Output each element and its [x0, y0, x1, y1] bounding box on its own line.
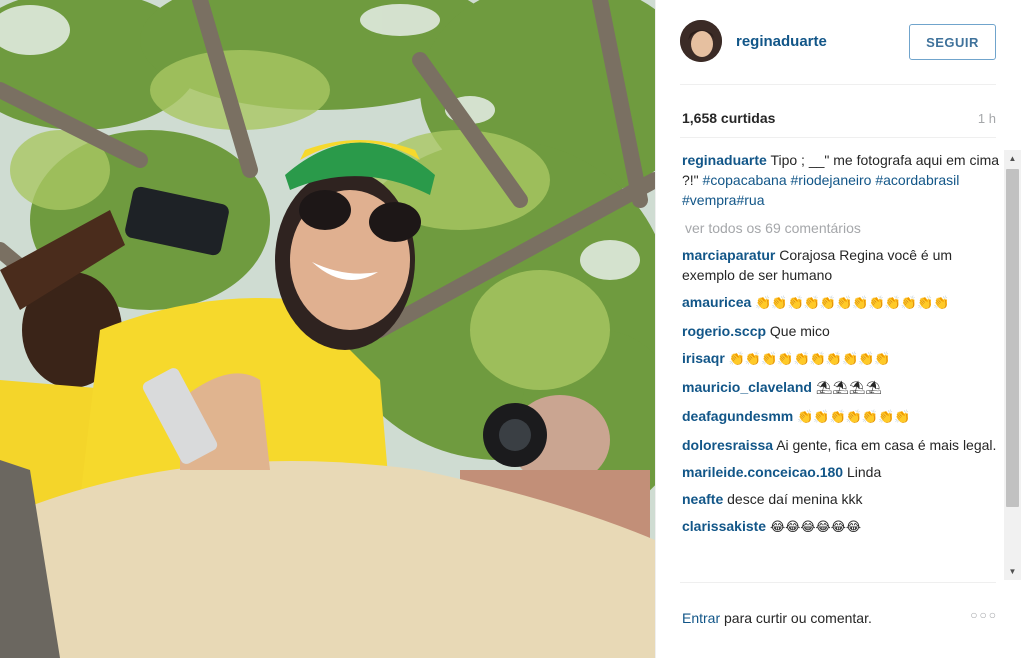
comment-text: 👏👏👏👏👏👏👏👏👏👏 — [728, 352, 891, 367]
comment-username[interactable]: irisaqr — [682, 350, 725, 366]
scroll-up-arrow-icon[interactable]: ▲ — [1004, 150, 1021, 167]
comment-text: Linda — [846, 464, 882, 480]
scrollbar-thumb[interactable] — [1006, 169, 1019, 507]
likes-row: 1,658 curtidas 1 h — [680, 108, 996, 128]
comments-list[interactable]: reginaduarte Tipo ; __" me fotografa aqu… — [682, 148, 1002, 578]
post-timestamp[interactable]: 1 h — [978, 111, 996, 126]
comment-item: mauricio_claveland ⛱⛱⛱⛱ — [682, 377, 1002, 399]
comment-text: 👏👏👏👏👏👏👏👏👏👏👏👏 — [755, 296, 950, 311]
comment-item: marileide.conceicao.180 Linda — [682, 462, 1002, 482]
hashtag-vempra[interactable]: #vempra — [682, 192, 736, 208]
comment-item: rogerio.sccp Que mico — [682, 321, 1002, 341]
comment-text: ⛱⛱⛱⛱ — [815, 381, 882, 396]
comment-text: desce daí menina kkk — [727, 491, 863, 507]
comment-username[interactable]: neafte — [682, 491, 723, 507]
comment-text: Ai gente, fica em casa é mais legal. — [776, 437, 997, 453]
comment-username[interactable]: amauricea — [682, 294, 751, 310]
login-link[interactable]: Entrar — [682, 610, 720, 626]
hashtag-copacabana[interactable]: #copacabana — [703, 172, 787, 188]
comments-scrollbar[interactable]: ▲ ▼ — [1004, 150, 1021, 580]
comment-text: 😂😂😂😂😂😂 — [769, 520, 862, 535]
comment-username[interactable]: doloresraissa — [682, 437, 773, 453]
follow-button[interactable]: SEGUIR — [909, 24, 996, 60]
caption: reginaduarte Tipo ; __" me fotografa aqu… — [682, 150, 1002, 210]
post-side-panel: reginaduarte SEGUIR 1,658 curtidas 1 h r… — [655, 0, 1024, 658]
comment-item: irisaqr 👏👏👏👏👏👏👏👏👏👏 — [682, 348, 1002, 370]
comment-item: clarissakiste 😂😂😂😂😂😂 — [682, 516, 1002, 538]
view-all-comments-link[interactable]: ver todos os 69 comentários — [685, 218, 1002, 238]
comment-text: Que mico — [769, 323, 830, 339]
caption-username[interactable]: reginaduarte — [682, 152, 767, 168]
scroll-down-arrow-icon[interactable]: ▼ — [1004, 563, 1021, 580]
likes-count[interactable]: 1,658 curtidas — [682, 110, 775, 126]
comment-text: 👏👏👏👏👏👏👏 — [797, 410, 911, 425]
comment-username[interactable]: mauricio_claveland — [682, 379, 812, 395]
more-options-icon[interactable]: ○○○ — [970, 608, 998, 622]
divider — [680, 582, 996, 583]
comment-item: amauricea 👏👏👏👏👏👏👏👏👏👏👏👏 — [682, 292, 1002, 314]
hashtag-rua[interactable]: #rua — [736, 192, 764, 208]
avatar[interactable] — [680, 20, 722, 62]
comment-item: doloresraissa Ai gente, fica em casa é m… — [682, 435, 1002, 455]
hashtag-acordabrasil[interactable]: #acordabrasil — [875, 172, 959, 188]
hashtag-riodejaneiro[interactable]: #riodejaneiro — [791, 172, 872, 188]
photo-illustration — [0, 0, 655, 658]
comment-item: neafte desce daí menina kkk — [682, 489, 1002, 509]
comment-username[interactable]: marileide.conceicao.180 — [682, 464, 843, 480]
login-prompt-text: para curtir ou comentar. — [720, 610, 872, 626]
post-photo[interactable] — [0, 0, 655, 658]
comment-username[interactable]: marciaparatur — [682, 247, 775, 263]
post-header: reginaduarte SEGUIR — [680, 18, 996, 68]
login-prompt: Entrar para curtir ou comentar. — [682, 610, 872, 626]
comment-item: deafagundesmm 👏👏👏👏👏👏👏 — [682, 406, 1002, 428]
avatar-image — [680, 20, 722, 62]
author-username[interactable]: reginaduarte — [736, 33, 827, 50]
comment-username[interactable]: deafagundesmm — [682, 408, 793, 424]
comment-username[interactable]: rogerio.sccp — [682, 323, 766, 339]
comment-username[interactable]: clarissakiste — [682, 518, 766, 534]
divider — [680, 84, 996, 85]
comment-item: marciaparatur Corajosa Regina você é um … — [682, 245, 1002, 285]
divider — [680, 137, 996, 138]
